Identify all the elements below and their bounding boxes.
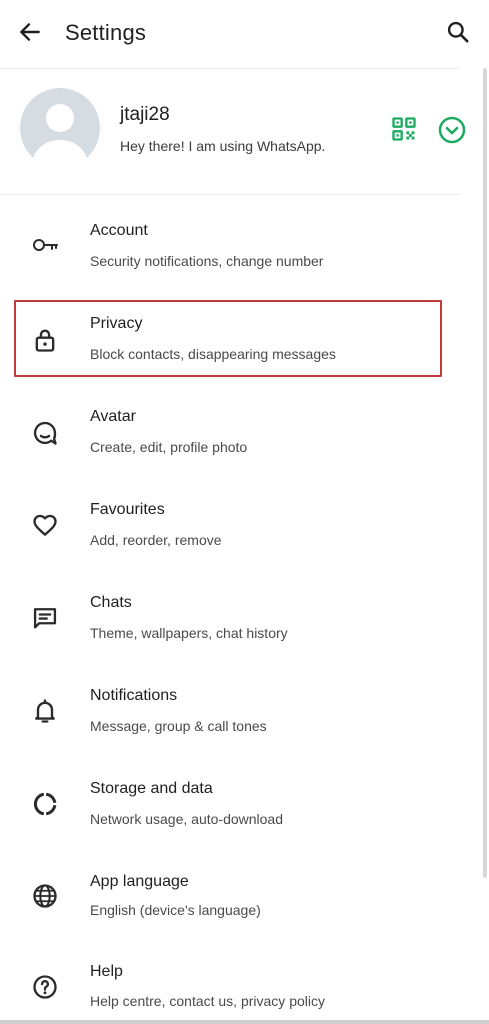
settings-item-storage[interactable]: Storage and data Network usage, auto-dow… xyxy=(0,766,460,846)
profile-row[interactable]: jtaji28 Hey there! I am using WhatsApp. xyxy=(0,70,489,194)
profile-name: jtaji28 xyxy=(120,104,170,125)
settings-item-title: Notifications xyxy=(90,687,178,704)
settings-item-subtitle: Create, edit, profile photo xyxy=(90,439,248,455)
settings-item-title: Storage and data xyxy=(90,780,213,797)
settings-item-notifications[interactable]: Notifications Message, group & call tone… xyxy=(0,673,460,753)
settings-item-title: Privacy xyxy=(90,315,143,332)
default-avatar-icon xyxy=(33,104,87,168)
globe-icon xyxy=(30,881,60,911)
heart-icon xyxy=(30,510,60,540)
settings-item-title: Favourites xyxy=(90,501,165,518)
avatar-face-icon xyxy=(30,418,60,448)
top-app-bar: Settings xyxy=(0,0,489,68)
search-button[interactable] xyxy=(442,18,474,50)
lock-icon xyxy=(30,325,60,355)
key-icon xyxy=(30,230,60,260)
settings-item-favourites[interactable]: Favourites Add, reorder, remove xyxy=(0,487,460,567)
bell-icon xyxy=(30,696,60,726)
avatar[interactable] xyxy=(20,88,100,168)
page-title: Settings xyxy=(65,20,147,45)
settings-item-subtitle: Help centre, contact us, privacy policy xyxy=(90,993,325,1009)
settings-item-subtitle: Security notifications, change number xyxy=(90,253,324,269)
settings-item-title: App language xyxy=(90,873,189,890)
settings-item-subtitle: Add, reorder, remove xyxy=(90,532,222,548)
settings-item-chats[interactable]: Chats Theme, wallpapers, chat history xyxy=(0,580,460,660)
profile-status: Hey there! I am using WhatsApp. xyxy=(120,138,326,154)
settings-item-privacy[interactable]: Privacy Block contacts, disappearing mes… xyxy=(0,301,460,381)
settings-item-subtitle: Block contacts, disappearing messages xyxy=(90,346,336,362)
divider xyxy=(0,194,460,195)
settings-item-subtitle: English (device's language) xyxy=(90,902,261,918)
bottom-edge xyxy=(0,1020,489,1024)
settings-item-account[interactable]: Account Security notifications, change n… xyxy=(0,208,460,288)
divider xyxy=(0,68,460,69)
chat-icon xyxy=(30,603,60,633)
settings-item-avatar[interactable]: Avatar Create, edit, profile photo xyxy=(0,394,460,474)
settings-item-title: Account xyxy=(90,222,148,239)
arrow-back-icon xyxy=(17,19,43,50)
storage-ring-icon xyxy=(30,789,60,819)
settings-item-subtitle: Theme, wallpapers, chat history xyxy=(90,625,288,641)
settings-item-title: Chats xyxy=(90,594,132,611)
settings-screen: Settings jtaji28 Hey there! I am using W… xyxy=(0,0,489,1024)
settings-item-subtitle: Network usage, auto-download xyxy=(90,811,284,827)
qr-code-button[interactable] xyxy=(390,115,418,143)
settings-item-language[interactable]: App language English (device's language) xyxy=(0,859,460,939)
help-circle-icon xyxy=(30,972,60,1002)
qr-code-icon xyxy=(390,117,418,147)
back-button[interactable] xyxy=(14,18,46,50)
settings-item-title: Avatar xyxy=(90,408,136,425)
expand-profile-button[interactable] xyxy=(437,115,467,145)
settings-item-title: Help xyxy=(90,963,123,980)
chevron-down-circle-icon xyxy=(437,116,467,149)
scrollbar[interactable] xyxy=(483,68,487,878)
settings-item-subtitle: Message, group & call tones xyxy=(90,718,267,734)
settings-item-help[interactable]: Help Help centre, contact us, privacy po… xyxy=(0,950,460,1024)
search-icon xyxy=(445,19,471,50)
